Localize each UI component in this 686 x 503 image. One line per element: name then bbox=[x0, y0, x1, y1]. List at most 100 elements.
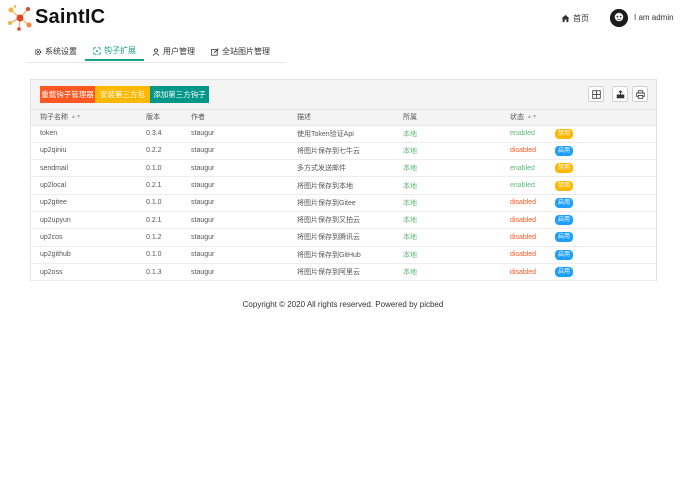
cell-belong: 本地 bbox=[403, 263, 510, 282]
cell-version: 0.3.4 bbox=[146, 125, 191, 143]
disable-hook-button[interactable]: 禁用 bbox=[555, 180, 573, 191]
tab-label: 钩子扩展 bbox=[104, 46, 136, 55]
enable-hook-button[interactable]: 启用 bbox=[555, 232, 573, 243]
column-header-version: 版本 bbox=[146, 110, 191, 126]
tab-label: 用户管理 bbox=[163, 47, 195, 56]
cell-name: up2qiniu bbox=[31, 142, 146, 161]
table-row: up2local 0.2.1 staugur 将图片保存到本地 本地 enabled 禁用 bbox=[31, 176, 656, 195]
column-header-action bbox=[555, 110, 656, 126]
enable-hook-button[interactable]: 启用 bbox=[555, 215, 573, 226]
cell-belong: 本地 bbox=[403, 176, 510, 195]
cell-author: staugur bbox=[191, 159, 297, 178]
cell-action: 禁用 bbox=[555, 176, 656, 195]
cell-description: 将图片保存到阿里云 bbox=[297, 263, 403, 282]
reload-hooks-button[interactable]: 重载钩子管理器 bbox=[40, 86, 95, 103]
user-icon bbox=[152, 48, 160, 56]
cell-author: staugur bbox=[191, 142, 297, 161]
cell-description: 将图片保存到GitHub bbox=[297, 246, 403, 264]
cell-version: 0.2.1 bbox=[146, 211, 191, 230]
columns-icon bbox=[591, 89, 601, 99]
avatar-image bbox=[610, 9, 628, 27]
cell-author: staugur bbox=[191, 211, 297, 230]
install-package-button[interactable]: 安装第三方包 bbox=[95, 86, 150, 103]
table-header-row: 钩子名称 ▲▼ 版本 作者 描述 所属 状态 ▲▼ bbox=[31, 110, 656, 126]
cell-name: up2cos bbox=[31, 228, 146, 247]
cell-belong: 本地 bbox=[403, 125, 510, 143]
logo-icon[interactable] bbox=[6, 4, 34, 32]
cell-action: 启用 bbox=[555, 263, 656, 282]
hooks-panel: 重载钩子管理器 安装第三方包 添加第三方钩子 钩子名称 ▲▼ 版本 作者 描述 … bbox=[30, 79, 657, 282]
home-link[interactable]: 首页 bbox=[561, 13, 589, 24]
disable-hook-button[interactable]: 禁用 bbox=[555, 163, 573, 174]
cell-status: disabled bbox=[510, 228, 555, 247]
print-icon bbox=[635, 89, 645, 99]
enable-hook-button[interactable]: 启用 bbox=[555, 197, 573, 208]
tab-image-management[interactable]: 全站图片管理 bbox=[203, 42, 278, 61]
column-header-status[interactable]: 状态 ▲▼ bbox=[510, 110, 555, 126]
columns-button[interactable] bbox=[588, 86, 604, 102]
cell-description: 将图片保存到Gitee bbox=[297, 194, 403, 212]
tab-system-settings[interactable]: 系统设置 bbox=[26, 42, 85, 61]
cell-author: staugur bbox=[191, 194, 297, 212]
column-header-author: 作者 bbox=[191, 110, 297, 126]
cell-belong: 本地 bbox=[403, 194, 510, 212]
export-button[interactable] bbox=[612, 86, 628, 102]
cell-version: 0.1.2 bbox=[146, 228, 191, 247]
tab-user-management[interactable]: 用户管理 bbox=[144, 42, 203, 61]
print-button[interactable] bbox=[632, 86, 648, 102]
enable-hook-button[interactable]: 启用 bbox=[555, 249, 573, 260]
cell-name: up2github bbox=[31, 246, 146, 264]
export-icon bbox=[616, 89, 624, 98]
cell-description: 将图片保存到本地 bbox=[297, 176, 403, 195]
gear-icon bbox=[34, 48, 42, 55]
cell-action: 启用 bbox=[555, 246, 656, 264]
table-row: up2cos 0.1.2 staugur 将图片保存到腾讯云 本地 disabled 启用 bbox=[31, 228, 656, 247]
table-row: up2gitee 0.1.0 staugur 将图片保存到Gitee 本地 disable… bbox=[31, 194, 656, 212]
cell-name: sendmail bbox=[31, 159, 146, 178]
sort-icon[interactable]: ▲▼ bbox=[71, 114, 81, 120]
cell-description: 多方式发送邮件 bbox=[297, 159, 403, 178]
cell-action: 禁用 bbox=[555, 159, 656, 178]
cell-action: 禁用 bbox=[555, 125, 656, 143]
table-row: up2upyun 0.2.1 staugur 将图片保存到又拍云 本地 disabled 启… bbox=[31, 211, 656, 230]
disable-hook-button[interactable]: 禁用 bbox=[555, 128, 573, 139]
table-body: token 0.3.4 staugur 使用Token验证Api 本地 enabled 禁用… bbox=[31, 125, 656, 282]
cell-action: 启用 bbox=[555, 211, 656, 230]
cell-version: 0.2.1 bbox=[146, 176, 191, 195]
brand-name[interactable]: SaintIC bbox=[35, 6, 105, 29]
cell-name: up2gitee bbox=[31, 194, 146, 212]
cell-version: 0.1.0 bbox=[146, 246, 191, 264]
cell-name: up2local bbox=[31, 176, 146, 195]
cell-author: staugur bbox=[191, 125, 297, 143]
table-row: up2oss 0.1.3 staugur 将图片保存到阿里云 本地 disabled 启用 bbox=[31, 263, 656, 282]
avatar[interactable] bbox=[610, 9, 628, 27]
header: SaintIC 首页 I am admin bbox=[0, 0, 686, 38]
nav-divider bbox=[26, 62, 286, 63]
enable-hook-button[interactable]: 启用 bbox=[555, 145, 573, 156]
cell-description: 将图片保存到腾讯云 bbox=[297, 228, 403, 247]
tab-label: 全站图片管理 bbox=[222, 47, 270, 56]
cell-action: 启用 bbox=[555, 194, 656, 212]
table-row: token 0.3.4 staugur 使用Token验证Api 本地 enabled 禁用 bbox=[31, 125, 656, 143]
cell-version: 0.2.2 bbox=[146, 142, 191, 161]
hooks-table: 钩子名称 ▲▼ 版本 作者 描述 所属 状态 ▲▼ token 0.3.4 staugu… bbox=[31, 110, 656, 282]
cell-belong: 本地 bbox=[403, 159, 510, 178]
tab-hook-extensions[interactable]: 钩子扩展 bbox=[85, 42, 144, 61]
user-name[interactable]: I am admin bbox=[634, 13, 674, 22]
table-row: up2qiniu 0.2.2 staugur 将图片保存到七牛云 本地 disabled 启… bbox=[31, 142, 656, 161]
cell-status: disabled bbox=[510, 246, 555, 264]
cell-action: 启用 bbox=[555, 228, 656, 247]
column-header-name[interactable]: 钩子名称 ▲▼ bbox=[31, 110, 146, 126]
edit-icon bbox=[211, 47, 219, 56]
footer-copyright: Copyright © 2020 All rights reserved. Po… bbox=[242, 300, 444, 309]
cell-author: staugur bbox=[191, 176, 297, 195]
cell-name: token bbox=[31, 125, 146, 143]
cell-status: enabled bbox=[510, 176, 555, 195]
cell-belong: 本地 bbox=[403, 211, 510, 230]
cell-author: staugur bbox=[191, 263, 297, 282]
sort-icon[interactable]: ▲▼ bbox=[527, 114, 537, 120]
add-hook-button[interactable]: 添加第三方钩子 bbox=[150, 86, 209, 103]
tab-label: 系统设置 bbox=[45, 47, 77, 56]
cell-description: 将图片保存到又拍云 bbox=[297, 211, 403, 230]
enable-hook-button[interactable]: 启用 bbox=[555, 267, 573, 278]
